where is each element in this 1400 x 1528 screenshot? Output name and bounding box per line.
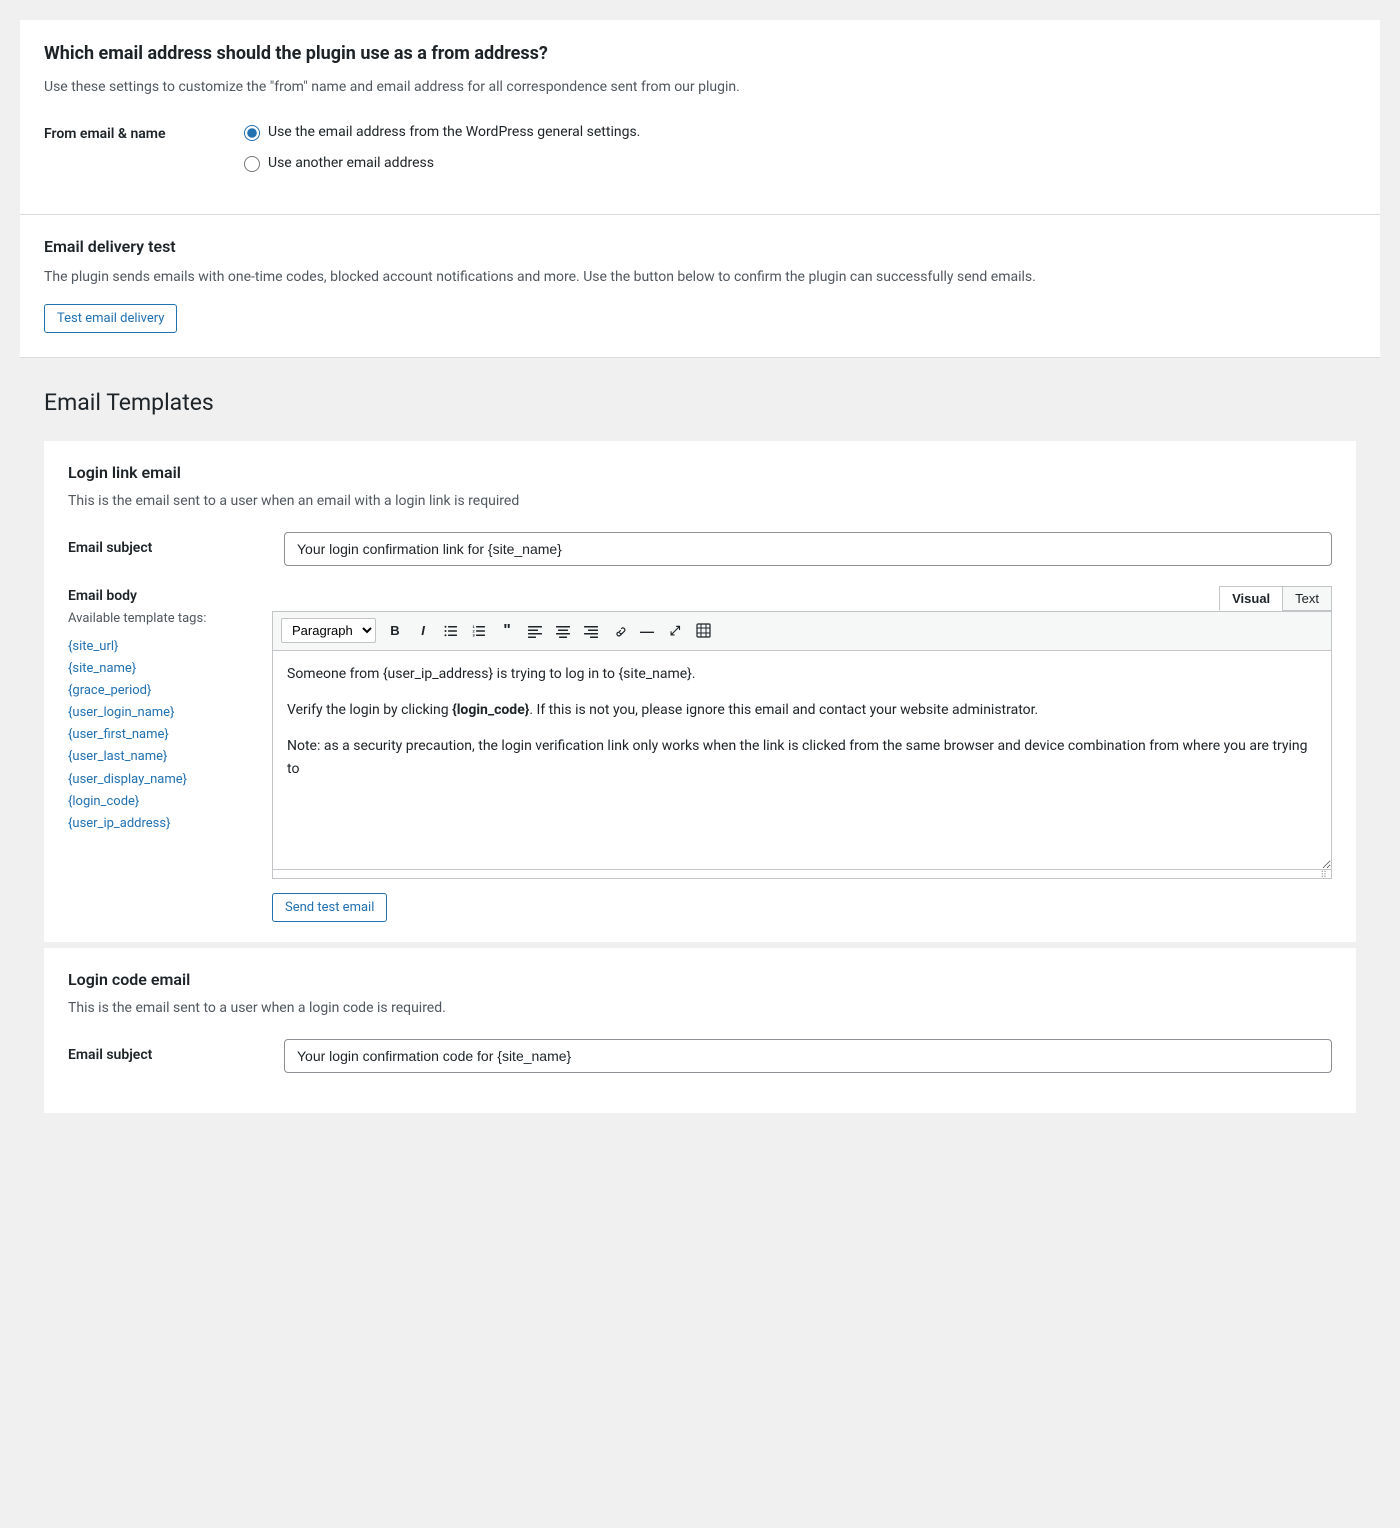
login-code-subject-row: Email subject	[68, 1039, 1332, 1073]
login-code-description: This is the email sent to a user when a …	[68, 998, 1332, 1019]
login-link-body-sidebar: Email body Available template tags: {sit…	[68, 586, 248, 922]
login-code-subject-input[interactable]	[284, 1039, 1332, 1073]
test-email-delivery-button[interactable]: Test email delivery	[44, 304, 177, 333]
send-test-email-button[interactable]: Send test email	[272, 893, 387, 922]
login-link-editor-body[interactable]: Someone from {user_ip_address} is trying…	[272, 650, 1332, 870]
editor-paragraph-1: Someone from {user_ip_address} is trying…	[287, 663, 1317, 685]
tag-user-ip-address: {user_ip_address}	[68, 813, 248, 835]
tag-login-code: {login_code}	[68, 791, 248, 813]
tag-user-first-name: {user_first_name}	[68, 724, 248, 746]
tab-text[interactable]: Text	[1282, 586, 1332, 611]
login-code-subject-label: Email subject	[68, 1045, 268, 1066]
toolbar-bold-button[interactable]: B	[382, 618, 408, 644]
tag-user-last-name: {user_last_name}	[68, 746, 248, 768]
login-code-bold: {login_code}	[452, 702, 529, 718]
radio-another-email-label: Use another email address	[268, 153, 434, 174]
login-link-title: Login link email	[68, 461, 1332, 485]
toolbar-align-center-button[interactable]	[550, 618, 576, 644]
toolbar-link-button[interactable]	[606, 618, 632, 644]
tag-user-login-name: {user_login_name}	[68, 702, 248, 724]
toolbar-fullscreen-button[interactable]: ⤢	[662, 618, 688, 644]
toolbar-align-left-button[interactable]	[522, 618, 548, 644]
radio-option-another-email[interactable]: Use another email address	[244, 153, 1356, 174]
login-link-editor-container: Visual Text Paragraph B I	[272, 586, 1332, 922]
email-delivery-description: The plugin sends emails with one-time co…	[44, 267, 1356, 288]
tag-user-display-name: {user_display_name}	[68, 769, 248, 791]
login-code-title: Login code email	[68, 968, 1332, 992]
paragraph-select[interactable]: Paragraph	[281, 618, 376, 643]
radio-wp-settings-input[interactable]	[244, 125, 260, 141]
login-code-email-block: Login code email This is the email sent …	[44, 948, 1356, 1113]
send-test-email-container: Send test email	[272, 893, 1332, 922]
email-templates-heading: Email Templates	[44, 386, 1356, 421]
editor-paragraph-2: Verify the login by clicking {login_code…	[287, 699, 1317, 721]
editor-tabs: Visual Text	[272, 586, 1332, 611]
toolbar-italic-button[interactable]: I	[410, 618, 436, 644]
tag-site-url: {site_url}	[68, 636, 248, 658]
toolbar-ul-button[interactable]	[438, 618, 464, 644]
login-link-email-block: Login link email This is the email sent …	[44, 441, 1356, 942]
toolbar-horizontal-button[interactable]: —	[634, 618, 660, 644]
email-delivery-section: Email delivery test The plugin sends ema…	[20, 215, 1380, 357]
email-templates-section: Email Templates Login link email This is…	[20, 358, 1380, 1113]
editor-toolbar: Paragraph B I	[272, 611, 1332, 650]
login-link-subject-label: Email subject	[68, 538, 268, 559]
svg-text:3: 3	[473, 632, 476, 637]
from-address-question: Which email address should the plugin us…	[44, 40, 1356, 67]
tab-visual[interactable]: Visual	[1219, 586, 1282, 611]
from-email-options: Use the email address from the WordPress…	[244, 122, 1356, 174]
login-link-description: This is the email sent to a user when an…	[68, 491, 1332, 512]
radio-another-email-input[interactable]	[244, 156, 260, 172]
editor-resize-handle[interactable]: ⣿	[272, 870, 1332, 879]
toolbar-blockquote-button[interactable]: "	[494, 618, 520, 644]
tag-site-name: {site_name}	[68, 658, 248, 680]
available-tags-label: Available template tags:	[68, 609, 248, 629]
login-link-body-label: Email body	[68, 586, 248, 607]
from-address-description: Use these settings to customize the "fro…	[44, 77, 1356, 98]
toolbar-ol-button[interactable]: 1 2 3	[466, 618, 492, 644]
from-email-row: From email & name Use the email address …	[44, 122, 1356, 174]
template-tags-list: {site_url} {site_name} {grace_period} {u…	[68, 636, 248, 835]
email-delivery-title: Email delivery test	[44, 235, 1356, 259]
login-link-subject-row: Email subject	[68, 532, 1332, 566]
template-spacer	[44, 944, 1356, 946]
toolbar-table-button[interactable]	[690, 618, 716, 644]
toolbar-align-right-button[interactable]	[578, 618, 604, 644]
radio-wp-settings-label: Use the email address from the WordPress…	[268, 122, 640, 143]
tag-grace-period: {grace_period}	[68, 680, 248, 702]
login-link-subject-input[interactable]	[284, 532, 1332, 566]
radio-option-wp-settings[interactable]: Use the email address from the WordPress…	[244, 122, 1356, 143]
from-email-label: From email & name	[44, 122, 244, 145]
from-address-section: Which email address should the plugin us…	[20, 20, 1380, 214]
login-link-body-section: Email body Available template tags: {sit…	[68, 586, 1332, 922]
editor-paragraph-3: Note: as a security precaution, the logi…	[287, 735, 1317, 780]
